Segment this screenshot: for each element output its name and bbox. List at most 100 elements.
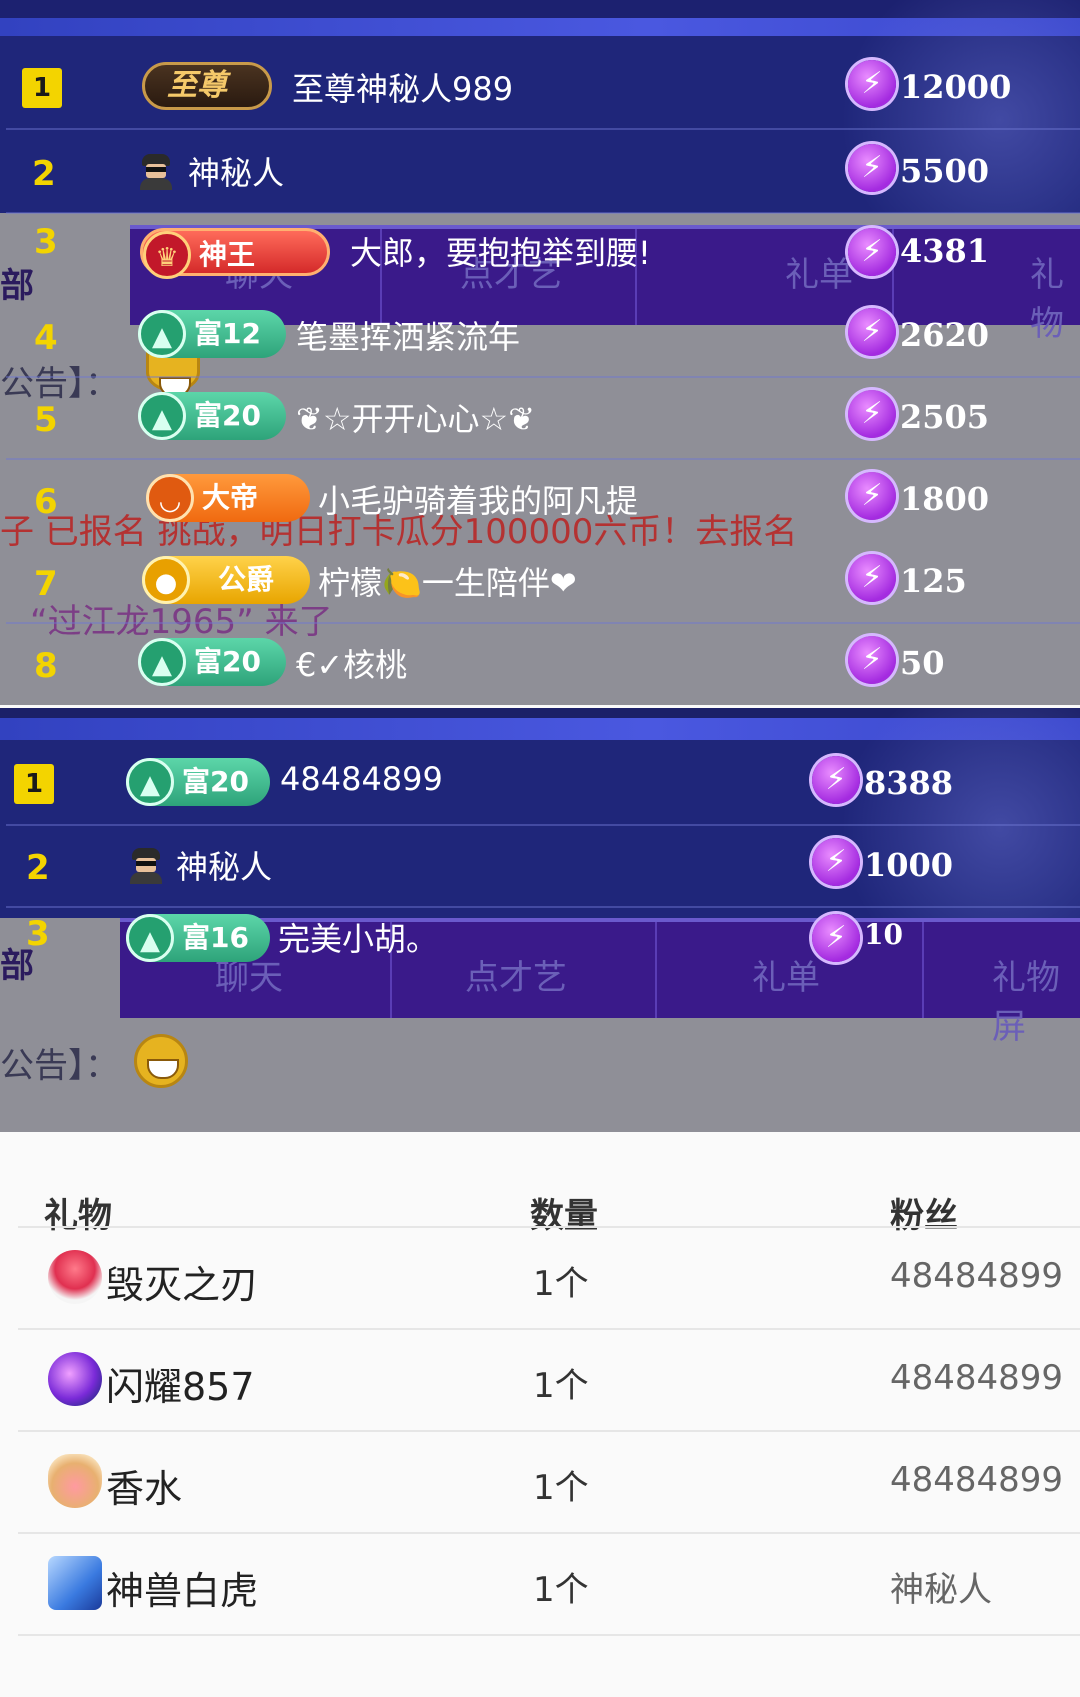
rank-row[interactable]: 8 ▲ 富20 €✓核桃 ⚡ 50 <box>0 624 1080 705</box>
wealth-badge: ▲ 富20 <box>126 758 270 806</box>
gift-fan: 神秘人 <box>890 1570 992 1610</box>
gift-count: 1个 <box>533 1264 589 1304</box>
rank-row[interactable]: 1 ▲ 富20 48484899 ⚡ 8388 <box>0 744 1080 826</box>
gift-name: 闪耀857 <box>106 1365 255 1409</box>
duke-badge: ● 公爵 <box>142 556 310 604</box>
lightning-icon: ⚡ <box>848 472 896 520</box>
ranking-panel-1: 聊天 点才艺 礼单 礼物 部 公告】： 子 已报名 挑战，明日打卡瓜分10000… <box>0 0 1080 705</box>
score-value: 2505 <box>900 398 990 436</box>
user-name: 柠檬🍋一生陪伴❤ <box>318 564 577 602</box>
rank-row[interactable]: 2 神秘人 ⚡ 1000 <box>0 826 1080 908</box>
emperor-level-icon: ◡ <box>146 474 194 522</box>
gift-row[interactable]: 香水 1个 48484899 <box>18 1430 1080 1532</box>
rank-row[interactable]: 5 ▲ 富20 ❦☆开开心心☆❦ ⚡ 2505 <box>0 378 1080 460</box>
score-value: 12000 <box>900 68 1012 106</box>
gift-name: 神兽白虎 <box>106 1569 259 1613</box>
lightning-icon: ⚡ <box>848 308 896 356</box>
lightning-icon: ⚡ <box>848 144 896 192</box>
gift-row[interactable]: 神兽白虎 1个 神秘人 <box>18 1532 1080 1634</box>
mystery-user-icon <box>128 848 164 884</box>
gift-count: 1个 <box>533 1570 589 1610</box>
rank-row[interactable]: 3 ▲ 富16 完美小胡。 ⚡ 10 <box>0 908 1080 990</box>
user-name: ❦☆开开心心☆❦ <box>296 400 536 438</box>
lightning-icon: ⚡ <box>812 914 860 962</box>
rank-row[interactable]: 1 至尊 至尊神秘人989 ⚡ 12000 <box>0 48 1080 130</box>
score-value: 1800 <box>900 480 990 518</box>
rank-number: 2 <box>26 848 50 888</box>
gift-count: 1个 <box>533 1468 589 1508</box>
lightning-icon: ⚡ <box>848 390 896 438</box>
gift-row[interactable]: 毁灭之刃 1个 48484899 <box>18 1226 1080 1328</box>
duke-level-icon: ● <box>142 556 190 604</box>
rank-number: 3 <box>34 222 58 262</box>
score-value: 4381 <box>900 232 990 270</box>
grin-emoji-icon <box>134 1034 188 1088</box>
rank-row[interactable]: 7 ● 公爵 柠檬🍋一生陪伴❤ ⚡ 125 <box>0 542 1080 624</box>
wealth-badge: ▲ 富12 <box>138 310 286 358</box>
user-name: 至尊神秘人989 <box>292 70 514 108</box>
gift-name: 毁灭之刃 <box>106 1263 259 1307</box>
mystery-user-icon <box>138 154 174 190</box>
rank-row[interactable]: 2 神秘人 ⚡ 5500 <box>0 132 1080 214</box>
rank-number: 2 <box>32 154 56 194</box>
ranking-panel-2: 聊天 点才艺 礼单 礼物屏 部 公告】： 1 ▲ 富20 48484899 ⚡ … <box>0 708 1080 1132</box>
score-value: 2620 <box>900 316 990 354</box>
user-name: 完美小胡。 <box>278 920 439 958</box>
supreme-badge: 至尊 <box>142 62 272 110</box>
gift-list: 礼物 数量 粉丝 毁灭之刃 1个 48484899 闪耀857 1个 48484… <box>0 1132 1080 1697</box>
rank-number: 6 <box>34 482 58 522</box>
lightning-icon: ⚡ <box>848 60 896 108</box>
lightning-icon: ⚡ <box>812 756 860 804</box>
rank-number: 1 <box>14 764 54 804</box>
lightning-icon: ⚡ <box>848 554 896 602</box>
score-value: 50 <box>900 644 945 682</box>
score-value: 125 <box>900 562 967 600</box>
rank-number: 7 <box>34 564 58 604</box>
user-name: €✓核桃 <box>296 646 408 684</box>
user-name: 神秘人 <box>176 848 273 886</box>
user-name: 笔墨挥洒紧流年 <box>296 318 521 356</box>
user-name: 神秘人 <box>188 154 285 192</box>
score-value: 5500 <box>900 152 990 190</box>
wealth-level-icon: ▲ <box>138 392 186 440</box>
score-value: 1000 <box>864 846 954 884</box>
emperor-badge: ◡ 大帝 <box>146 474 310 522</box>
gift-fan: 48484899 <box>890 1460 1064 1500</box>
rank-number: 8 <box>34 646 58 686</box>
rank-row[interactable]: 3 ♛ 神王 大郎，要抱抱举到腰! ⚡ 4381 <box>0 214 1080 296</box>
rank-number: 4 <box>34 318 58 358</box>
rank-number: 3 <box>26 914 50 954</box>
score-value: 10 <box>864 918 903 951</box>
wealth-level-icon: ▲ <box>126 758 174 806</box>
rank-number: 1 <box>22 68 62 108</box>
orb-icon <box>48 1352 102 1406</box>
god-king-badge: ♛ 神王 <box>140 228 330 279</box>
lightning-icon: ⚡ <box>848 636 896 684</box>
perfume-icon <box>48 1454 102 1508</box>
shield-icon: ♛ <box>143 231 191 279</box>
gift-row[interactable]: 闪耀857 1个 48484899 <box>18 1328 1080 1430</box>
bg-notice: 公告】： <box>0 1046 119 1086</box>
user-name: 48484899 <box>280 760 443 798</box>
list-bottom-divider <box>18 1634 1080 1636</box>
wealth-level-icon: ▲ <box>138 638 186 686</box>
row-divider <box>6 128 1080 130</box>
wealth-badge: ▲ 富20 <box>138 392 286 440</box>
wealth-badge: ▲ 富20 <box>138 638 286 686</box>
score-value: 8388 <box>864 764 954 802</box>
wealth-badge: ▲ 富16 <box>126 914 270 962</box>
rank-row[interactable]: 6 ◡ 大帝 小毛驴骑着我的阿凡提 ⚡ 1800 <box>0 460 1080 542</box>
rank-row[interactable]: 4 ▲ 富12 笔墨挥洒紧流年 ⚡ 2620 <box>0 296 1080 378</box>
rose-icon <box>48 1250 102 1304</box>
lightning-icon: ⚡ <box>812 838 860 886</box>
gift-fan: 48484899 <box>890 1358 1064 1398</box>
lightning-icon: ⚡ <box>848 228 896 276</box>
user-name: 大郎，要抱抱举到腰! <box>350 234 651 272</box>
gift-count: 1个 <box>533 1366 589 1406</box>
gift-fan: 48484899 <box>890 1256 1064 1296</box>
white-tiger-icon <box>48 1556 102 1610</box>
wealth-level-icon: ▲ <box>126 914 174 962</box>
user-name: 小毛驴骑着我的阿凡提 <box>318 482 639 520</box>
wealth-level-icon: ▲ <box>138 310 186 358</box>
gift-name: 香水 <box>106 1467 183 1511</box>
